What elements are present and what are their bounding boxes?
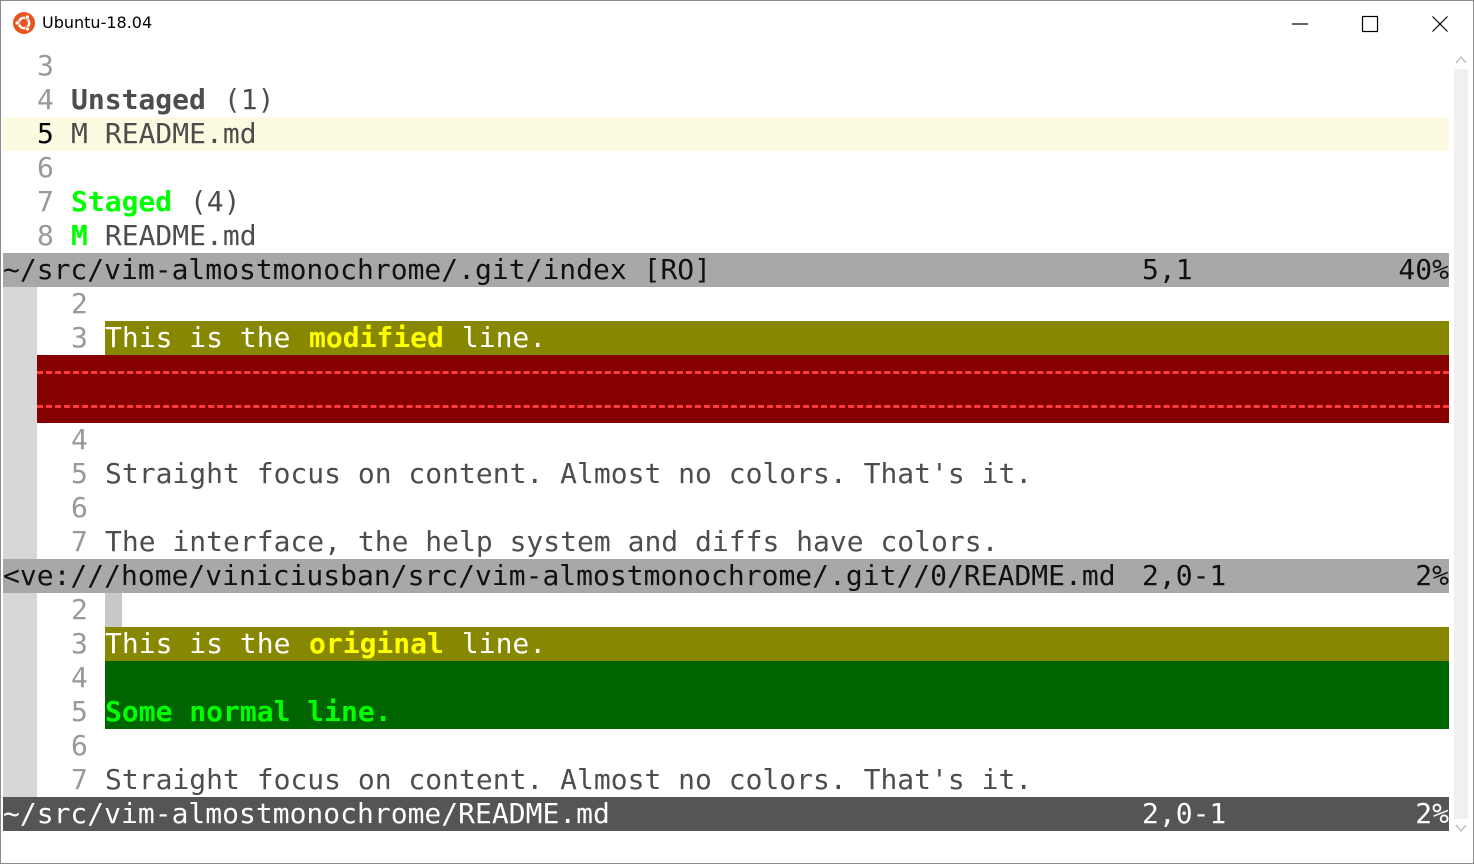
status-line[interactable]: ~/src/vim-almostmonochrome/.git/index [R… (3, 253, 1449, 287)
status-percent: 40% (1398, 253, 1449, 286)
diff-text: This is the (105, 321, 308, 354)
status-path: ~/src/vim-almostmonochrome/README.md (3, 797, 610, 830)
list-item: 2 (3, 593, 1449, 627)
section-heading: Unstaged (71, 83, 206, 116)
line-number: 5 (37, 117, 54, 150)
line-number: 7 (71, 763, 88, 796)
file-status-mark: M (71, 219, 88, 252)
line-number: 8 (37, 219, 54, 252)
list-item: 5 Straight focus on content. Almost no c… (3, 457, 1449, 491)
maximize-button[interactable] (1335, 1, 1405, 47)
minimize-icon (1292, 23, 1308, 25)
status-percent: 2% (1415, 797, 1449, 830)
scroll-up-icon[interactable] (1455, 55, 1467, 65)
close-button[interactable] (1405, 1, 1473, 47)
list-item: 7 The interface, the help system and dif… (3, 525, 1449, 559)
line-number: 5 (71, 457, 88, 490)
diff-change-line: 3 This is the original line. (3, 627, 1449, 661)
line-number: 4 (71, 661, 88, 694)
line-number: 6 (71, 491, 88, 524)
diff-text-changed: original (309, 627, 444, 660)
status-position: 5,1 (1142, 253, 1193, 286)
scroll-down-icon[interactable] (1455, 823, 1467, 833)
status-path: ~/src/vim-almostmonochrome/.git/index [R… (3, 253, 712, 286)
section-heading: Staged (71, 185, 173, 218)
terminal-window: Ubuntu-18.04 3 4 Unstaged (1) 5 M README… (0, 0, 1474, 864)
section-count: (4) (173, 185, 241, 218)
diff-add-line: 4 (3, 661, 1449, 695)
line-number: 6 (37, 151, 54, 184)
line-text: Straight focus on content. Almost no col… (105, 763, 1033, 796)
maximize-icon (1361, 15, 1379, 33)
status-position: 2,0-1 (1142, 797, 1227, 830)
diff-add-text: Some normal line. (105, 695, 392, 728)
line-number: 3 (71, 627, 88, 660)
line-number: 4 (71, 423, 88, 456)
line-text: The interface, the help system and diffs… (105, 525, 999, 558)
line-text: Straight focus on content. Almost no col… (105, 457, 1033, 490)
diff-text: This is the (105, 627, 308, 660)
scrollbar-track[interactable] (1454, 69, 1468, 819)
list-item: 2 (3, 287, 1449, 321)
list-item[interactable]: 8 M README.md (3, 219, 1449, 253)
list-item: 6 (3, 729, 1449, 763)
list-item: 6 (3, 151, 1449, 185)
list-item: 3 (3, 49, 1449, 83)
line-number: 5 (71, 695, 88, 728)
line-number: 6 (71, 729, 88, 762)
diff-change-line: 3 This is the modified line. (3, 321, 1449, 355)
status-position: 2,0-1 (1142, 559, 1227, 592)
scrollbar[interactable] (1450, 49, 1472, 839)
diff-text: line. (445, 627, 547, 660)
line-number: 3 (71, 321, 88, 354)
line-number: 7 (71, 525, 88, 558)
diff-delete-filler (37, 355, 1449, 423)
diff-add-line: 5 Some normal line. (3, 695, 1449, 729)
status-path: <ve:///home/viniciusban/src/vim-almostmo… (3, 559, 1116, 592)
status-line[interactable]: <ve:///home/viniciusban/src/vim-almostmo… (3, 559, 1449, 593)
file-name: README.md (88, 219, 257, 252)
list-item: 7 Staged (4) (3, 185, 1449, 219)
line-number: 2 (71, 287, 88, 320)
line-number: 4 (37, 83, 54, 116)
cursor (105, 593, 122, 627)
status-line-active[interactable]: ~/src/vim-almostmonochrome/README.md 2,0… (3, 797, 1449, 831)
file-name: README.md (88, 117, 257, 150)
status-percent: 2% (1415, 559, 1449, 592)
list-item: 4 Unstaged (1) (3, 83, 1449, 117)
list-item: 7 Straight focus on content. Almost no c… (3, 763, 1449, 797)
minimize-button[interactable] (1265, 1, 1335, 47)
list-item: 6 (3, 491, 1449, 525)
vim-editor[interactable]: 3 4 Unstaged (1) 5 M README.md 6 7 Stage… (3, 49, 1449, 839)
line-number: 3 (37, 49, 54, 82)
close-icon (1432, 16, 1448, 32)
window-title: Ubuntu-18.04 (42, 13, 153, 32)
section-count: (1) (207, 83, 275, 116)
diff-text: line. (445, 321, 547, 354)
ubuntu-logo-icon (13, 12, 35, 34)
cursor-line[interactable]: 5 M README.md (3, 117, 1449, 151)
title-bar[interactable]: Ubuntu-18.04 (1, 1, 1473, 47)
line-number: 2 (71, 593, 88, 626)
diff-text-changed: modified (309, 321, 444, 354)
list-item: 4 (3, 423, 1449, 457)
file-status-mark: M (71, 117, 88, 150)
line-number: 7 (37, 185, 54, 218)
